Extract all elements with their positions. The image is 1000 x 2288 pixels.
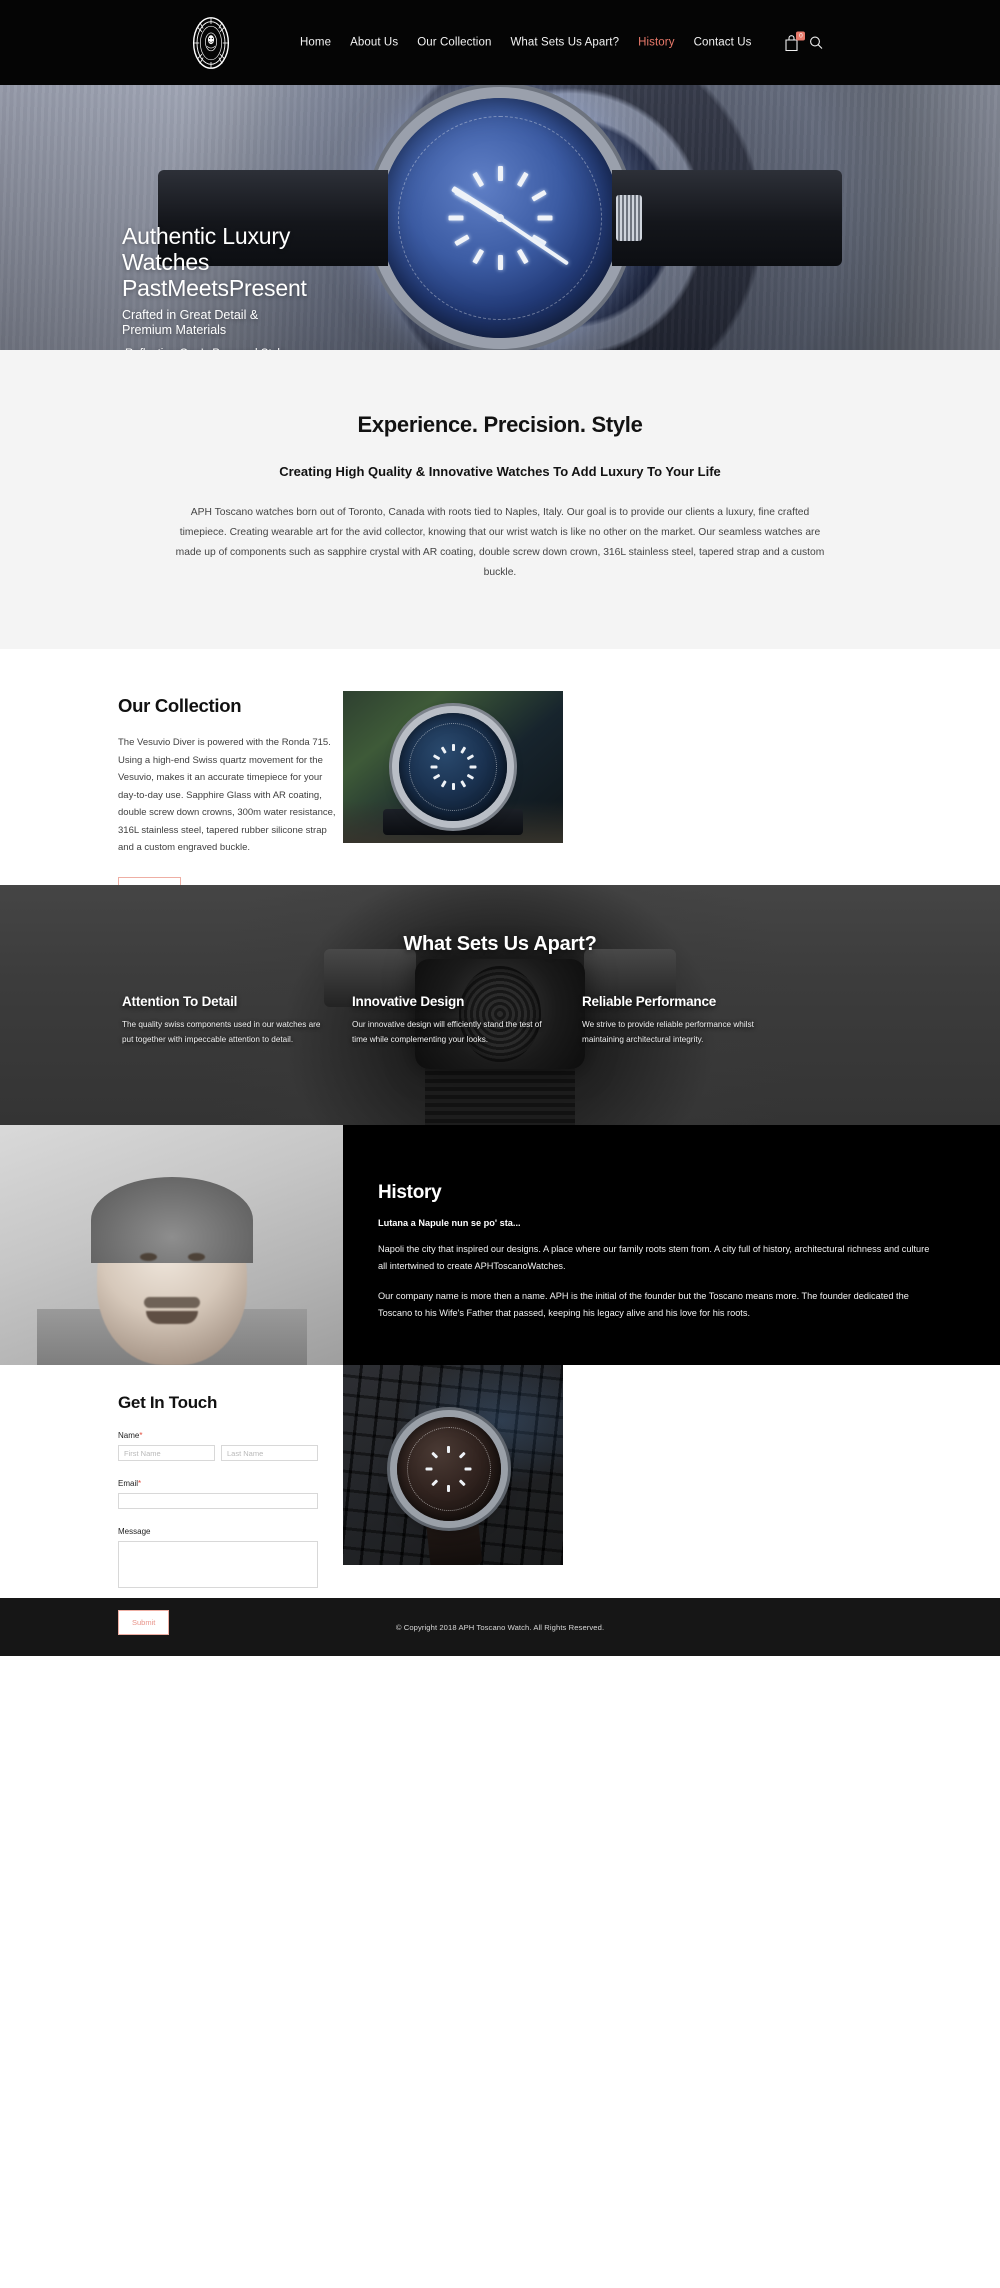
- history-paragraph-2: Our company name is more then a name. AP…: [378, 1291, 909, 1318]
- hero-tagline: Reflecting One's Personal Style: [125, 347, 452, 350]
- our-collection-section: Our Collection The Vesuvio Diver is powe…: [0, 649, 1000, 904]
- hero-banner: Authentic Luxury Watches PastMeetsPresen…: [0, 85, 1000, 350]
- site-header: Home About Us Our Collection What Sets U…: [0, 0, 1000, 85]
- hero-title-line-2: Watches: [122, 249, 210, 275]
- apart-feature-body: We strive to provide reliable performanc…: [582, 1020, 754, 1044]
- submit-button[interactable]: Submit: [118, 1610, 170, 1635]
- hero-title-line-1: Authentic Luxury: [122, 223, 291, 249]
- collection-watch-illustration: [399, 713, 507, 821]
- email-input[interactable]: [118, 1493, 318, 1509]
- nav-item-home[interactable]: Home: [300, 37, 331, 49]
- search-icon[interactable]: [809, 36, 823, 50]
- contact-watch-illustration: [396, 1417, 501, 1521]
- hero-watch-strap-right: [612, 169, 842, 266]
- search-glyph: [810, 36, 823, 49]
- name-required-mark: *: [139, 1431, 143, 1440]
- collection-body-text: The Vesuvio Diver is powered with the Ro…: [118, 737, 336, 853]
- message-field-label: Message: [118, 1527, 151, 1536]
- contact-heading: Get In Touch: [118, 1393, 218, 1412]
- apart-feature-innovative-design: Innovative Design Our innovative design …: [352, 994, 552, 1047]
- message-textarea[interactable]: [118, 1541, 318, 1588]
- collection-text-block: Our Collection The Vesuvio Diver is powe…: [118, 695, 336, 904]
- hero-watch-crown: [616, 194, 642, 241]
- nav-item-about-us[interactable]: About Us: [350, 37, 398, 49]
- collection-product-image: [343, 691, 563, 843]
- intro-body-text: APH Toscano watches born out of Toronto,…: [175, 507, 825, 578]
- nav-item-history[interactable]: History: [638, 37, 674, 49]
- intro-heading: Experience. Precision. Style: [357, 412, 643, 437]
- contact-section: Get In Touch Name* Email* Message Submit: [0, 1365, 1000, 1635]
- hero-subtitle-line-2: Premium Materials: [122, 323, 227, 337]
- history-section: History Lutana a Napule nun se po' sta..…: [0, 1125, 1000, 1365]
- apart-feature-attention-to-detail: Attention To Detail The quality swiss co…: [122, 994, 322, 1047]
- main-navigation[interactable]: Home About Us Our Collection What Sets U…: [300, 31, 823, 51]
- footer-copyright: © Copyright 2018 APH Toscano Watch. All …: [395, 1622, 605, 1632]
- email-field-label: Email*: [118, 1479, 318, 1488]
- contact-product-image: [343, 1365, 563, 1565]
- apart-feature-body: The quality swiss components used in our…: [122, 1020, 321, 1044]
- hero-subtitle-line-1: Crafted in Great Detail &: [122, 308, 259, 322]
- shopping-bag-icon[interactable]: 0: [784, 31, 806, 51]
- email-label-text: Email: [118, 1479, 139, 1488]
- toscano-emblem-icon: [192, 16, 230, 69]
- apart-feature-title: Attention To Detail: [122, 994, 238, 1009]
- hero-watch-hour-hand: [450, 185, 502, 221]
- name-label-text: Name: [118, 1431, 140, 1440]
- apart-feature-reliable-performance: Reliable Performance We strive to provid…: [582, 994, 782, 1047]
- email-required-mark: *: [138, 1479, 142, 1488]
- apart-feature-columns: Attention To Detail The quality swiss co…: [0, 956, 1000, 1047]
- cart-count-badge: 0: [796, 31, 806, 40]
- name-field-label: Name*: [118, 1431, 318, 1440]
- nav-icon-group: 0: [784, 31, 823, 51]
- hero-copy: Authentic Luxury Watches PastMeetsPresen…: [122, 223, 452, 350]
- history-paragraph-1: Napoli the city that inspired our design…: [378, 1244, 930, 1271]
- nav-item-our-collection[interactable]: Our Collection: [417, 37, 491, 49]
- site-logo[interactable]: [182, 14, 240, 72]
- apart-feature-title: Innovative Design: [352, 994, 465, 1009]
- apart-feature-body: Our innovative design will efficiently s…: [352, 1020, 542, 1044]
- collection-heading: Our Collection: [118, 695, 242, 716]
- history-heading: History: [378, 1182, 442, 1203]
- first-name-input[interactable]: [118, 1445, 215, 1461]
- last-name-input[interactable]: [221, 1445, 318, 1461]
- apart-heading: What Sets Us Apart?: [403, 933, 597, 955]
- intro-section: Experience. Precision. Style Creating Hi…: [0, 350, 1000, 649]
- contact-form: Get In Touch Name* Email* Message Submit: [118, 1393, 318, 1635]
- hero-watch-minute-hand: [498, 215, 570, 266]
- history-text-block: History Lutana a Napule nun se po' sta..…: [343, 1125, 1000, 1365]
- history-tagline: Lutana a Napule nun se po' sta...: [378, 1218, 521, 1228]
- intro-subheading: Creating High Quality & Innovative Watch…: [279, 464, 721, 479]
- apart-feature-title: Reliable Performance: [582, 994, 717, 1009]
- what-sets-us-apart-section: What Sets Us Apart? Attention To Detail …: [0, 885, 1000, 1125]
- nav-item-what-sets-us-apart[interactable]: What Sets Us Apart?: [510, 37, 619, 49]
- nav-item-contact-us[interactable]: Contact Us: [694, 37, 752, 49]
- hero-watch-center-pin: [496, 213, 504, 222]
- history-founder-portrait: [0, 1125, 343, 1365]
- hero-title-line-3: PastMeetsPresent: [122, 275, 307, 301]
